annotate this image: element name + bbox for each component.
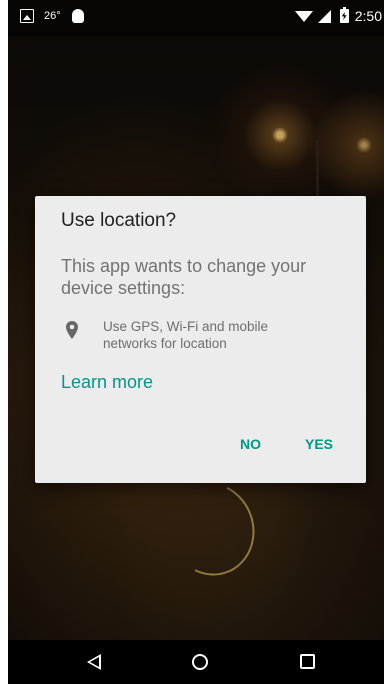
phone-screen: 26° 2:50 Use location? This app wants to…	[8, 0, 384, 684]
status-left: 26°	[20, 9, 84, 23]
battery-charging-icon	[339, 7, 349, 23]
status-bar: 26° 2:50	[8, 0, 384, 36]
dialog-title: Use location?	[61, 210, 177, 231]
android-notification-icon	[71, 9, 84, 23]
navigation-bar	[8, 640, 384, 684]
permission-text: Use GPS, Wi-Fi and mobile networks for l…	[103, 319, 269, 351]
location-pin-icon	[66, 321, 78, 339]
cell-signal-icon	[317, 9, 331, 23]
home-icon[interactable]	[192, 654, 208, 670]
recents-icon[interactable]	[300, 654, 315, 669]
back-icon[interactable]	[87, 654, 101, 670]
wifi-icon	[294, 10, 313, 22]
clock-text: 2:50	[354, 8, 382, 24]
learn-more-link[interactable]: Learn more	[61, 372, 153, 393]
dialog-message: This app wants to change your device set…	[61, 256, 307, 298]
location-dialog: Use location? This app wants to change y…	[35, 196, 366, 483]
status-right: 2:50	[294, 7, 382, 24]
image-notification-icon	[20, 9, 34, 23]
no-button[interactable]: NO	[240, 436, 261, 452]
yes-button[interactable]: YES	[305, 436, 333, 452]
temperature-text: 26°	[44, 10, 61, 22]
